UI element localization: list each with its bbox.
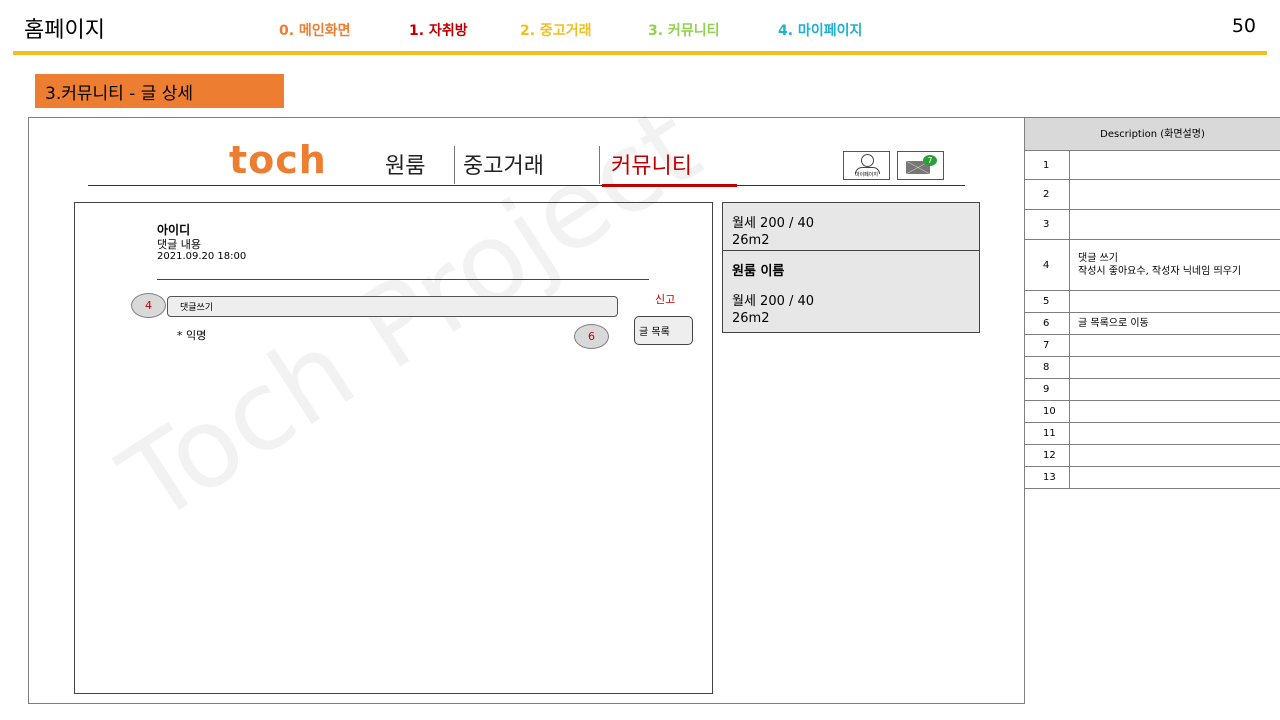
page-title: 홈페이지 [24, 18, 105, 43]
description-row: 12 [1025, 445, 1280, 467]
description-row: 7 [1025, 335, 1280, 357]
description-row: 8 [1025, 357, 1280, 379]
description-row: 3 [1025, 210, 1280, 240]
listing-name: 원룸 이름 [732, 264, 785, 279]
description-row-number: 2 [1025, 180, 1070, 209]
user-icon [861, 154, 874, 167]
description-row-text [1070, 151, 1280, 179]
description-row-text [1070, 445, 1280, 466]
description-row: 1 [1025, 151, 1280, 180]
description-row: 9 [1025, 379, 1280, 401]
description-row: 11 [1025, 423, 1280, 445]
description-row-text: 댓글 쓰기 작성시 좋아요수, 작성자 닉네임 띄우기 [1078, 253, 1242, 277]
description-row: 4 댓글 쓰기 작성시 좋아요수, 작성자 닉네임 띄우기 [1025, 240, 1280, 291]
anonymous-option[interactable]: * 익명 [177, 327, 206, 343]
comment-panel [74, 202, 713, 694]
description-row: 2 [1025, 180, 1280, 210]
report-button[interactable]: 신고 [655, 291, 675, 307]
description-row-text: 글 목록으로 이동 [1078, 318, 1149, 329]
description-row-number: 8 [1025, 357, 1070, 378]
top-nav-community[interactable]: 3. 커뮤니티 [648, 20, 719, 40]
header-divider [13, 51, 1267, 55]
listing-area: 26m2 [732, 233, 770, 248]
site-nav-underline [88, 185, 965, 186]
description-row-text [1070, 180, 1280, 209]
description-row-text [1070, 291, 1280, 312]
description-row-text [1070, 423, 1280, 444]
description-row-text [1070, 467, 1280, 488]
description-row: 13 [1025, 467, 1280, 489]
mail-badge: 7 [923, 155, 937, 166]
description-row: 10 [1025, 401, 1280, 423]
mypage-button[interactable]: 마이페이지 [843, 151, 890, 180]
top-nav-room[interactable]: 1. 자취방 [409, 20, 468, 40]
description-row-number: 5 [1025, 291, 1070, 312]
listing-card-1[interactable]: 월세 200 / 40 26m2 [722, 202, 980, 251]
post-list-button[interactable]: 글 목록 [634, 316, 693, 345]
site-nav-market[interactable]: 중고거래 [463, 148, 544, 180]
description-row-text [1070, 401, 1280, 422]
top-nav-main[interactable]: 0. 메인화면 [279, 20, 350, 40]
site-nav-community[interactable]: 커뮤니티 [611, 148, 692, 180]
page-number: 50 [1231, 15, 1256, 37]
comment-divider [157, 279, 649, 280]
description-row: 6 글 목록으로 이동 [1025, 313, 1280, 335]
description-header: Description (화면설명) [1025, 117, 1280, 151]
comment-content: 댓글 내용 [157, 238, 201, 251]
description-row-number: 12 [1025, 445, 1070, 466]
description-row-number: 7 [1025, 335, 1070, 356]
top-nav-mypage[interactable]: 4. 마이페이지 [778, 20, 862, 40]
active-tab-indicator [602, 184, 737, 187]
comment-date: 2021.09.20 18:00 [157, 251, 247, 262]
description-row-number: 4 [1025, 240, 1070, 290]
description-row-text [1070, 379, 1280, 400]
nav-separator [454, 146, 455, 184]
nav-separator [599, 146, 600, 184]
listing-area: 26m2 [732, 311, 770, 326]
description-row-number: 6 [1025, 313, 1070, 334]
listing-rent: 월세 200 / 40 [732, 294, 815, 309]
message-button[interactable]: 7 [897, 151, 944, 180]
comment-input[interactable]: 댓글쓰기 [167, 296, 618, 317]
listing-rent: 월세 200 / 40 [732, 216, 815, 231]
description-row-number: 13 [1025, 467, 1070, 488]
description-table: Description (화면설명) 1 2 3 4 댓글 쓰기 작성시 좋아요수, 작… [1024, 117, 1280, 704]
listing-card-2[interactable]: 원룸 이름 월세 200 / 40 26m2 [722, 250, 980, 333]
mypage-label: 마이페이지 [854, 172, 878, 178]
annotation-marker-6: 6 [574, 324, 609, 349]
top-nav-market[interactable]: 2. 중고거래 [520, 20, 591, 40]
description-row-number: 1 [1025, 151, 1070, 179]
description-row-number: 10 [1025, 401, 1070, 422]
description-row-number: 11 [1025, 423, 1070, 444]
site-nav-oneroom[interactable]: 원룸 [385, 148, 425, 180]
description-row-text [1070, 210, 1280, 239]
description-row-number: 9 [1025, 379, 1070, 400]
section-tag: 3.커뮤니티 - 글 상세 [35, 74, 284, 108]
description-row: 5 [1025, 291, 1280, 313]
description-row-text [1070, 335, 1280, 356]
description-row-number: 3 [1025, 210, 1070, 239]
annotation-marker-4: 4 [131, 293, 166, 318]
description-row-text [1070, 357, 1280, 378]
site-logo[interactable]: toch [229, 138, 327, 182]
